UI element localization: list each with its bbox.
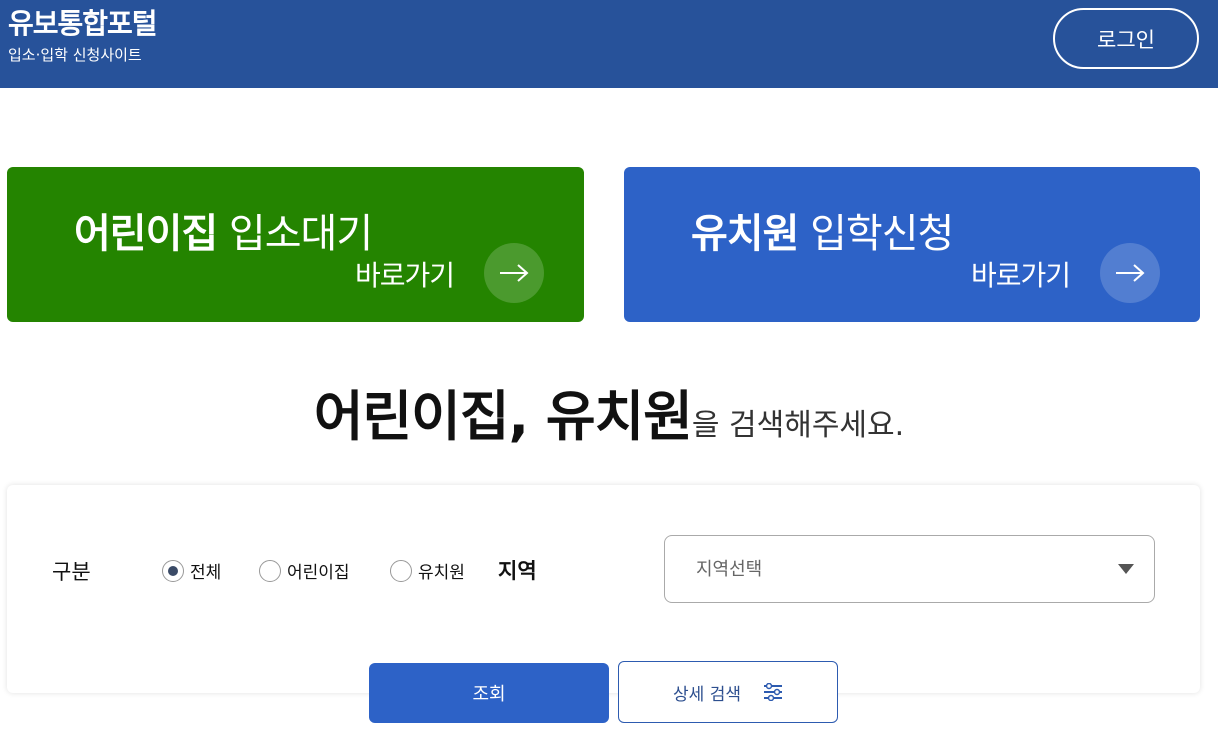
site-header: 유보통합포털 입소·입학 신청사이트 로그인 [0,0,1218,88]
radio-daycare-label: 어린이집 [287,563,350,583]
radio-all-label: 전체 [190,563,222,583]
radio-circle[interactable] [259,559,281,582]
daycare-waitlist-banner[interactable]: 어린이집 입소대기 바로가기 [7,167,584,322]
kindergarten-banner-title: 유치원 입학신청 [691,201,954,259]
kindergarten-banner-title-light: 입학신청 [810,211,954,257]
search-submit-button[interactable]: 조회 [369,663,609,723]
site-subtitle: 입소·입학 신청사이트 [8,46,142,64]
region-label: 지역 [498,559,537,583]
daycare-banner-title: 어린이집 입소대기 [74,201,373,259]
radio-all[interactable]: 전체 [162,558,221,583]
daycare-banner-title-bold: 어린이집 [74,211,218,257]
login-button[interactable]: 로그인 [1053,8,1199,69]
region-select[interactable]: 지역선택 [664,535,1155,603]
chevron-down-icon [1118,564,1134,574]
arrow-right-icon[interactable] [1100,243,1160,303]
kindergarten-banner-title-bold: 유치원 [691,211,799,257]
kindergarten-apply-banner[interactable]: 유치원 입학신청 바로가기 [624,167,1200,322]
radio-kindergarten[interactable]: 유치원 [390,558,465,583]
kindergarten-banner-goto: 바로가기 [970,259,1071,292]
site-title[interactable]: 유보통합포털 [8,2,158,42]
daycare-banner-title-light: 입소대기 [228,211,373,257]
detail-search-button[interactable]: 상세 검색 [618,661,838,723]
search-headline-rest: 을 검색해주세요. [691,408,905,443]
search-headline: 어린이집, 유치원을 검색해주세요. [0,372,1218,451]
radio-daycare[interactable]: 어린이집 [259,558,350,583]
detail-search-label: 상세 검색 [673,684,741,705]
arrow-right-icon[interactable] [484,243,544,303]
radio-circle-checked[interactable] [162,559,184,582]
radio-kindergarten-label: 유치원 [418,563,465,583]
radio-circle[interactable] [390,559,412,582]
search-headline-bold: 어린이집, 유치원 [313,385,693,448]
sliders-icon [763,683,782,701]
region-select-placeholder: 지역선택 [696,559,763,580]
type-label: 구분 [52,560,91,584]
daycare-banner-goto: 바로가기 [354,259,455,292]
